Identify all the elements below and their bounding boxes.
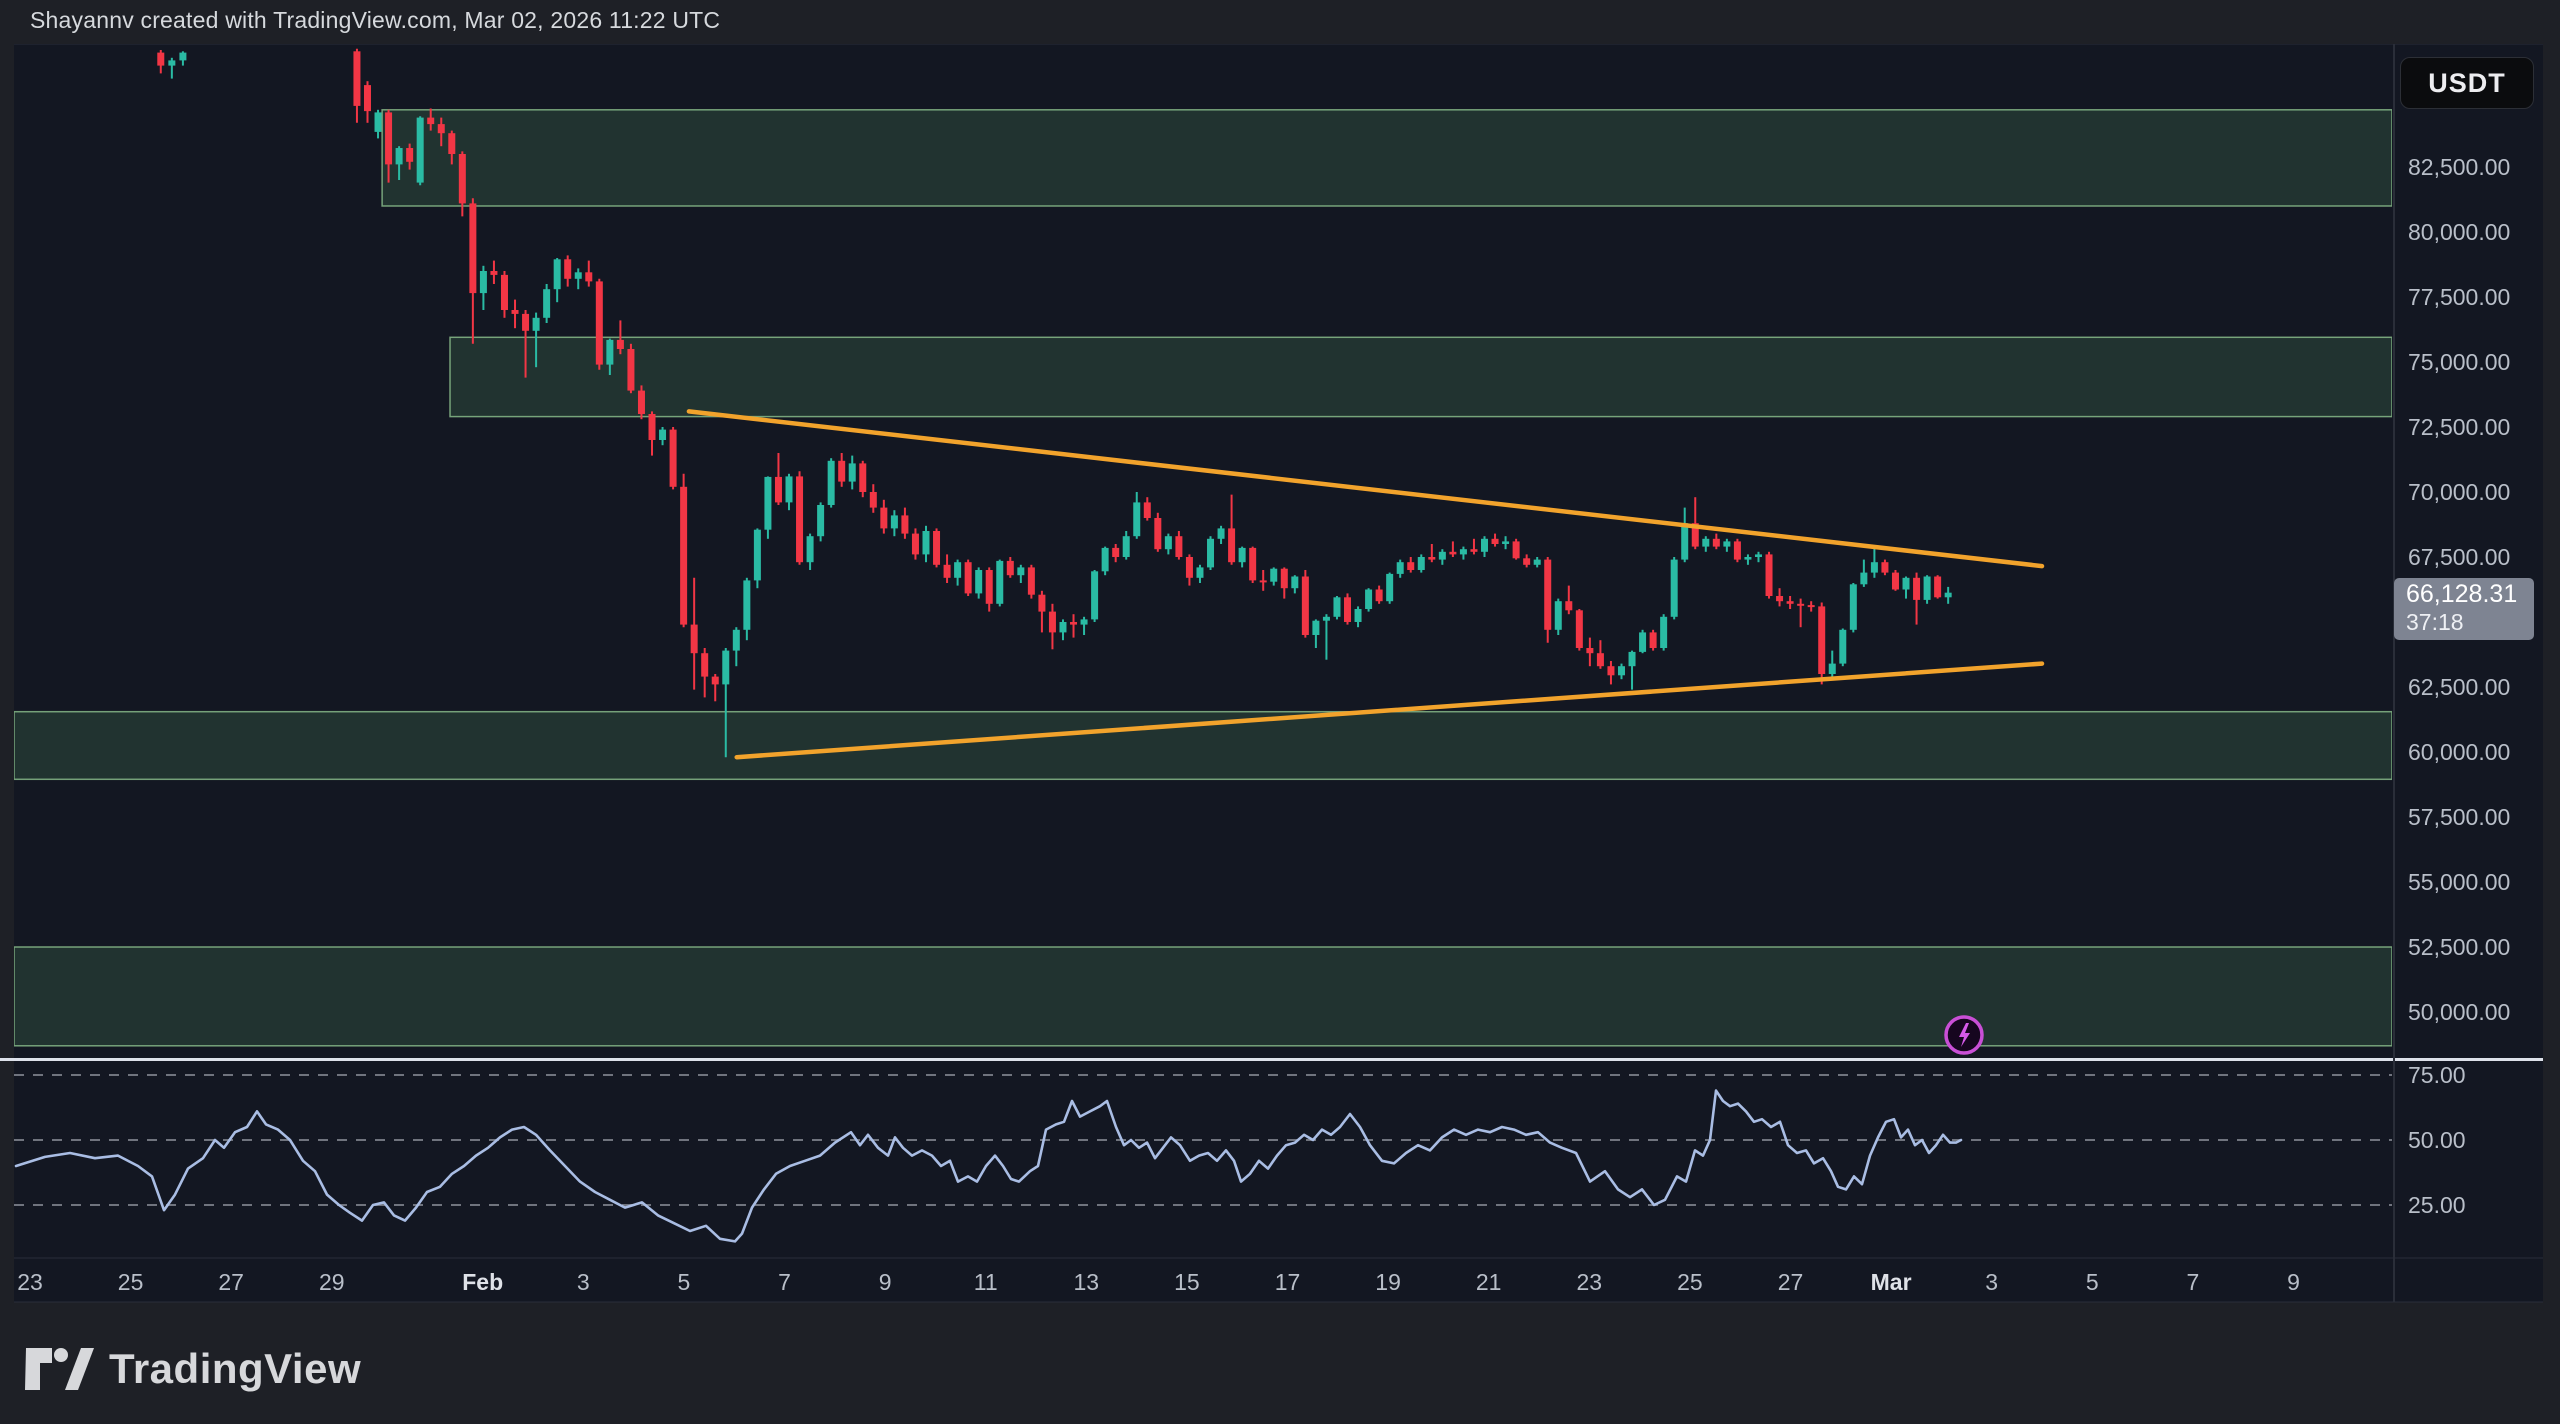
time-tick-label: 27 — [1778, 1269, 1804, 1295]
time-tick-label: 9 — [879, 1269, 892, 1295]
tradingview-logo-text: TradingView — [109, 1345, 361, 1393]
time-tick-label: Mar — [1871, 1269, 1912, 1295]
price-tick-label: 70,000.00 — [2408, 479, 2510, 505]
time-tick-label: 5 — [2086, 1269, 2099, 1295]
time-tick-label: 23 — [17, 1269, 43, 1295]
bar-countdown-timer: 37:18 — [2406, 609, 2534, 636]
attribution-text: Shayannv created with TradingView.com, M… — [30, 7, 720, 34]
time-tick-label: 5 — [678, 1269, 691, 1295]
price-tick-label: 67,500.00 — [2408, 544, 2510, 570]
lightning-icon — [1943, 1014, 1985, 1056]
time-tick-label: 3 — [577, 1269, 590, 1295]
rsi-tick-label: 75.00 — [2408, 1062, 2466, 1088]
resistance-zone-2 — [450, 337, 2392, 416]
time-tick-label: 25 — [1677, 1269, 1703, 1295]
tradingview-logo[interactable]: TradingView — [25, 1345, 361, 1393]
quote-currency-badge[interactable]: USDT — [2400, 57, 2534, 109]
time-tick-label: 15 — [1174, 1269, 1200, 1295]
time-tick-label: 7 — [778, 1269, 791, 1295]
last-price-value: 66,128.31 — [2406, 580, 2534, 609]
chart-background — [14, 44, 2543, 1302]
tradingview-chart-screenshot: 82,500.00 80,000.00 77,500.00 75,000.00 72,5… — [0, 0, 2560, 1424]
time-tick-label: 21 — [1476, 1269, 1502, 1295]
resistance-zone-1 — [382, 110, 2392, 206]
rsi-tick-label: 25.00 — [2408, 1192, 2466, 1218]
price-tick-label: 80,000.00 — [2408, 219, 2510, 245]
time-tick-label: 27 — [218, 1269, 244, 1295]
attribution-bar: Shayannv created with TradingView.com, M… — [0, 0, 2560, 44]
pane-separator[interactable] — [0, 1058, 2543, 1061]
price-tick-label: 77,500.00 — [2408, 284, 2510, 310]
time-tick-label: Feb — [462, 1269, 503, 1295]
tradingview-logo-icon — [25, 1347, 95, 1391]
rsi-tick-label: 50.00 — [2408, 1127, 2466, 1153]
time-tick-label: 23 — [1577, 1269, 1603, 1295]
time-tick-label: 13 — [1074, 1269, 1100, 1295]
price-tick-label: 75,000.00 — [2408, 349, 2510, 375]
price-tick-label: 62,500.00 — [2408, 674, 2510, 700]
time-tick-label: 29 — [319, 1269, 345, 1295]
price-tick-label: 50,000.00 — [2408, 999, 2510, 1025]
last-price-label: 66,128.31 37:18 — [2394, 578, 2534, 640]
lightning-badge[interactable] — [1943, 1014, 1985, 1056]
price-tick-label: 57,500.00 — [2408, 804, 2510, 830]
time-tick-label: 11 — [974, 1269, 998, 1295]
time-tick-label: 3 — [1985, 1269, 1998, 1295]
time-tick-label: 19 — [1375, 1269, 1401, 1295]
time-tick-label: 9 — [2287, 1269, 2300, 1295]
price-tick-label: 55,000.00 — [2408, 869, 2510, 895]
price-tick-label: 72,500.00 — [2408, 414, 2510, 440]
support-zone-2 — [14, 947, 2392, 1046]
time-tick-label: 25 — [118, 1269, 144, 1295]
price-tick-label: 82,500.00 — [2408, 154, 2510, 180]
time-tick-label: 7 — [2187, 1269, 2200, 1295]
price-tick-label: 52,500.00 — [2408, 934, 2510, 960]
chart-canvas[interactable]: 82,500.00 80,000.00 77,500.00 75,000.00 72,5… — [0, 0, 2560, 1310]
footer-bar: TradingView — [0, 1303, 2560, 1424]
time-tick-label: 17 — [1275, 1269, 1301, 1295]
price-tick-label: 60,000.00 — [2408, 739, 2510, 765]
